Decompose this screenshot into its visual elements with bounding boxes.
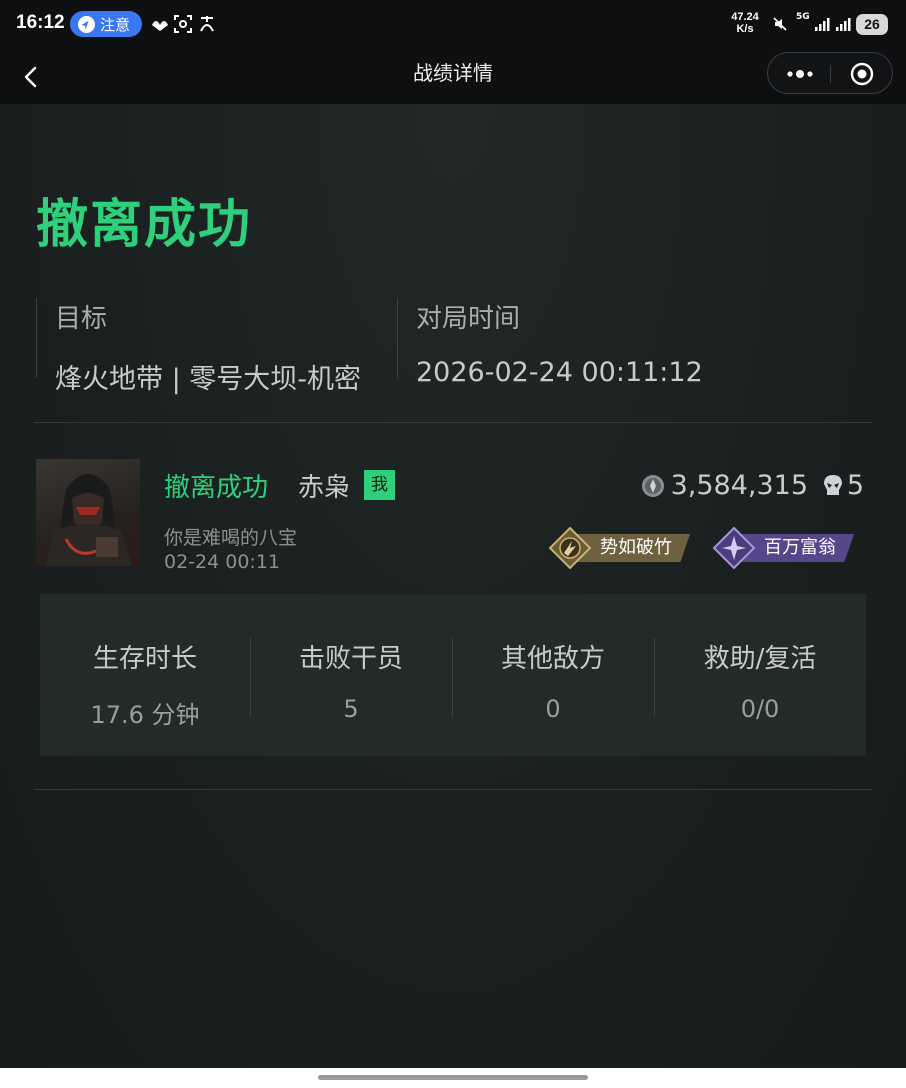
millionaire-medal-icon: [712, 526, 756, 570]
medal-momentum[interactable]: 势如破竹: [548, 526, 690, 570]
stats-panel: 生存时长 17.6 分钟 击败干员 5 其他敌方 0 救助/复活 0/0: [40, 594, 866, 756]
team-name: 你是难喝的八宝: [164, 527, 298, 549]
stat-value: 5: [343, 695, 359, 723]
player-name: 赤枭: [298, 473, 351, 503]
network-type: 5G: [796, 12, 810, 22]
network-speed: 47.24 K/s: [728, 11, 762, 35]
notice-pill[interactable]: 注意: [70, 11, 142, 37]
coin-icon: [641, 474, 664, 497]
medal-millionaire[interactable]: 百万富翁: [712, 526, 854, 570]
stat-label: 救助/复活: [703, 644, 817, 674]
match-time-value: 2026-02-24 00:11:12: [416, 357, 703, 388]
kills-stat: 5: [823, 470, 864, 501]
result-title: 撤离成功: [36, 195, 253, 255]
net-speed-value: 47.24: [731, 11, 759, 23]
mute-icon: [773, 17, 787, 31]
stat-label: 击败干员: [298, 644, 403, 674]
stat-label: 其他敌方: [500, 644, 605, 674]
compass-icon: [78, 15, 95, 33]
navigation-bar: 战绩详情: [0, 50, 906, 104]
battery-indicator: 26: [856, 14, 888, 35]
close-mini-program-icon[interactable]: [850, 62, 874, 86]
match-detail-content: 撤离成功 目标 烽火地带 | 零号大坝-机密 对局时间 2026-02-24 0…: [0, 104, 906, 1068]
match-time-info: 对局时间 2026-02-24 00:11:12: [397, 298, 703, 388]
player-match-time: 02-24 00:11: [164, 551, 281, 573]
capsule-divider: [830, 65, 831, 83]
signal-icon-2: [836, 18, 851, 31]
stat-value: 0: [545, 695, 561, 723]
clock: 16:12: [16, 12, 65, 33]
divider: [34, 789, 872, 790]
me-badge: 我: [364, 470, 395, 500]
avatar: [36, 459, 140, 566]
money-stat: 3,584,315: [641, 470, 808, 501]
stat-rescue-revive: 救助/复活 0/0: [654, 594, 866, 756]
stat-value: 17.6 分钟: [90, 701, 200, 729]
home-indicator[interactable]: [318, 1075, 588, 1080]
notice-label: 注意: [100, 15, 131, 34]
system-status-bar: 16:12 注意 47.24 K/s 5G 26: [0, 0, 906, 50]
kills-value: 5: [846, 470, 864, 501]
match-time-label: 对局时间: [416, 304, 521, 334]
target-info: 目标 烽火地带 | 零号大坝-机密: [36, 298, 361, 395]
money-value: 3,584,315: [670, 470, 808, 501]
momentum-medal-icon: [548, 526, 592, 570]
target-label: 目标: [55, 304, 108, 334]
stat-value: 0/0: [740, 695, 780, 723]
player-status: 撤离成功: [164, 473, 269, 503]
mini-program-capsule: [767, 52, 893, 94]
target-value: 烽火地带 | 零号大坝-机密: [55, 364, 362, 395]
operator-portrait-icon: [46, 474, 132, 566]
stat-survival-time: 生存时长 17.6 分钟: [40, 594, 250, 756]
home-indicator-area: [0, 1068, 906, 1088]
stat-operators-defeated: 击败干员 5: [250, 594, 452, 756]
app-notification-icon: [152, 21, 168, 31]
scan-icon: [174, 15, 192, 33]
divider: [34, 422, 872, 423]
signal-icon: [815, 18, 830, 31]
stat-other-enemies: 其他敌方 0: [452, 594, 654, 756]
more-icon[interactable]: [785, 67, 815, 81]
payment-icon: [200, 16, 214, 32]
player-row[interactable]: 撤离成功 赤枭 我 你是难喝的八宝 02-24 00:11 3,584,315 …: [36, 459, 870, 573]
net-speed-unit: K/s: [736, 23, 754, 35]
skull-icon: [823, 474, 842, 495]
stat-label: 生存时长: [92, 644, 197, 674]
